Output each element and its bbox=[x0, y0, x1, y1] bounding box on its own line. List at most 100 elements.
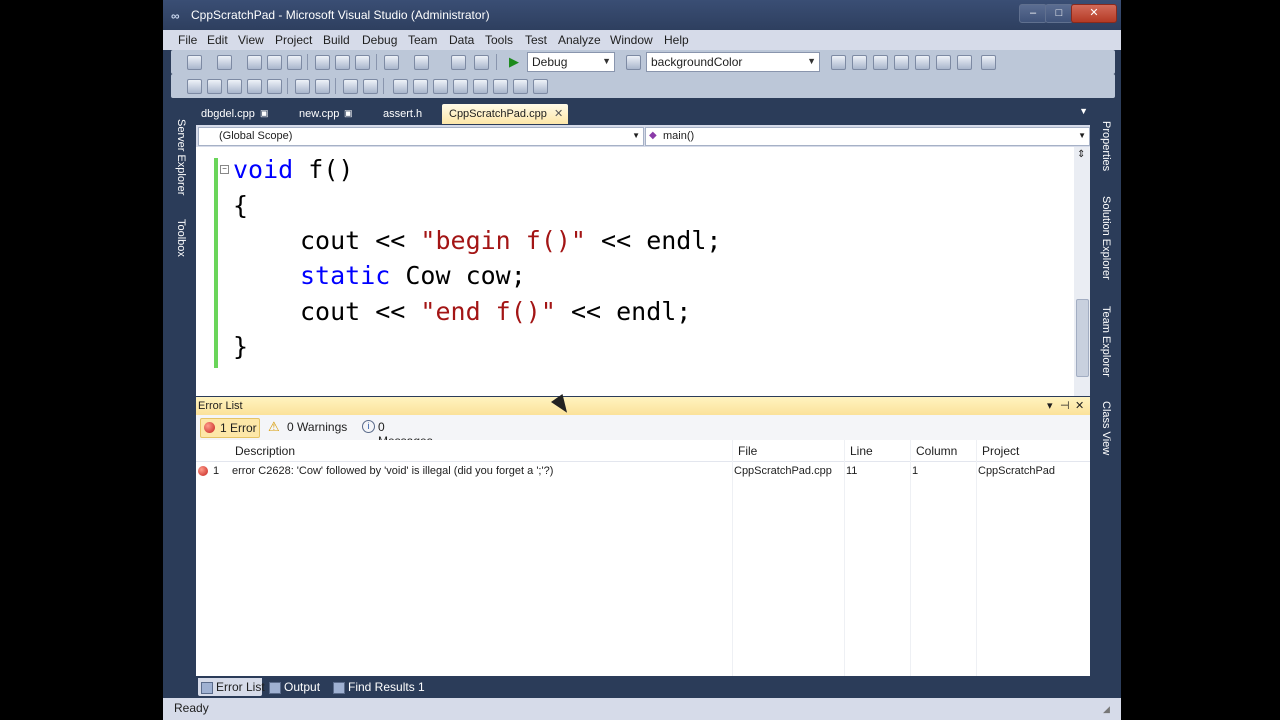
paste-icon[interactable] bbox=[355, 55, 370, 70]
find-icon[interactable] bbox=[831, 55, 846, 70]
window-position-dropdown-icon[interactable]: ▾ bbox=[1047, 399, 1053, 412]
column-column[interactable]: Column bbox=[916, 444, 957, 458]
pin-icon[interactable]: ▣ bbox=[260, 108, 269, 119]
column-divider bbox=[910, 440, 911, 676]
previous-bookmark-folder-icon[interactable] bbox=[453, 79, 468, 94]
save-all-icon[interactable] bbox=[287, 55, 302, 70]
error-list-icon bbox=[201, 682, 213, 694]
redo-icon[interactable] bbox=[414, 55, 429, 70]
undo-icon[interactable] bbox=[384, 55, 399, 70]
output-icon bbox=[269, 682, 281, 694]
menu-tools[interactable]: Tools bbox=[485, 33, 513, 47]
tab-output[interactable]: Output bbox=[266, 678, 326, 696]
navigate-backward-icon[interactable] bbox=[451, 55, 466, 70]
code-editor[interactable]: − void f() { cout << "begin f()" << endl… bbox=[196, 147, 1090, 396]
menu-test[interactable]: Test bbox=[525, 33, 547, 47]
object-browser-icon[interactable] bbox=[894, 55, 909, 70]
solution-explorer-icon[interactable] bbox=[852, 55, 867, 70]
copy-icon[interactable] bbox=[335, 55, 350, 70]
toggle-bookmark-icon[interactable] bbox=[393, 79, 408, 94]
tab-cppscratchpad-cpp[interactable]: CppScratchPad.cpp ✕ bbox=[442, 104, 568, 124]
previous-bookmark-icon[interactable] bbox=[413, 79, 428, 94]
find-combo[interactable]: backgroundColor ▼ bbox=[646, 52, 820, 72]
increase-indent-icon[interactable] bbox=[315, 79, 330, 94]
menu-build[interactable]: Build bbox=[323, 33, 350, 47]
maximize-button[interactable]: □ bbox=[1045, 4, 1073, 23]
display-object-member-list-icon[interactable] bbox=[187, 79, 202, 94]
toolbar-options-icon[interactable] bbox=[533, 79, 548, 94]
comment-icon[interactable] bbox=[343, 79, 358, 94]
menu-window[interactable]: Window bbox=[610, 33, 653, 47]
tab-assert-h[interactable]: assert.h bbox=[376, 104, 436, 124]
parameter-info-icon[interactable] bbox=[207, 79, 222, 94]
decrease-indent-icon[interactable] bbox=[295, 79, 310, 94]
menu-project[interactable]: Project bbox=[275, 33, 312, 47]
menu-analyze[interactable]: Analyze bbox=[558, 33, 601, 47]
close-button[interactable]: ✕ bbox=[1071, 4, 1117, 23]
toolbox-icon[interactable] bbox=[915, 55, 930, 70]
tab-find-results[interactable]: Find Results 1 bbox=[330, 678, 425, 696]
menu-edit[interactable]: Edit bbox=[207, 33, 228, 47]
tool-window-tabs: Error List Output Find Results 1 bbox=[194, 676, 1096, 698]
properties-tab[interactable]: Properties bbox=[1100, 121, 1112, 171]
quick-info-icon[interactable] bbox=[227, 79, 242, 94]
solution-explorer-tab[interactable]: Solution Explorer bbox=[1100, 196, 1112, 280]
next-bookmark-folder-icon[interactable] bbox=[473, 79, 488, 94]
find-in-files-icon[interactable] bbox=[626, 55, 641, 70]
menu-view[interactable]: View bbox=[238, 33, 264, 47]
warnings-filter-button[interactable]: ⚠ 0 Warnings bbox=[266, 418, 350, 436]
start-debugging-icon[interactable]: ▶ bbox=[509, 54, 519, 70]
menu-data[interactable]: Data bbox=[449, 33, 474, 47]
cut-icon[interactable] bbox=[315, 55, 330, 70]
menu-file[interactable]: File bbox=[178, 33, 197, 47]
navigate-forward-icon[interactable] bbox=[474, 55, 489, 70]
column-description[interactable]: Description bbox=[235, 444, 295, 458]
team-explorer-tab[interactable]: Team Explorer bbox=[1100, 306, 1112, 377]
extension-manager-icon[interactable] bbox=[957, 55, 972, 70]
menu-bar: File Edit View Project Build Debug Team … bbox=[163, 30, 1121, 50]
menu-debug[interactable]: Debug bbox=[362, 33, 397, 47]
active-files-dropdown-icon[interactable]: ▼ bbox=[1079, 106, 1088, 116]
tab-error-list[interactable]: Error List bbox=[198, 678, 265, 696]
menu-help[interactable]: Help bbox=[664, 33, 689, 47]
properties-icon[interactable] bbox=[873, 55, 888, 70]
document-tab-strip: dbgdel.cpp ▣ new.cpp ▣ assert.h CppScrat… bbox=[194, 101, 1096, 125]
member-combo[interactable]: ◆ main() ▼ bbox=[645, 127, 1090, 146]
toolbar-options-icon[interactable] bbox=[513, 79, 528, 94]
class-view-tab[interactable]: Class View bbox=[1100, 401, 1112, 455]
scope-combo[interactable]: (Global Scope) ▼ bbox=[198, 127, 644, 146]
tab-new-cpp[interactable]: new.cpp ▣ bbox=[292, 104, 360, 124]
pin-icon[interactable]: ▣ bbox=[344, 108, 353, 119]
split-handle-icon[interactable]: ⇕ bbox=[1077, 149, 1085, 160]
toolbox-tab[interactable]: Toolbox bbox=[175, 219, 187, 257]
new-project-icon[interactable] bbox=[187, 55, 202, 70]
word-wrap-icon[interactable] bbox=[267, 79, 282, 94]
tab-dbgdel-cpp[interactable]: dbgdel.cpp ▣ bbox=[194, 104, 274, 124]
column-divider bbox=[844, 440, 845, 676]
close-tab-icon[interactable]: ✕ bbox=[554, 107, 563, 120]
solution-config-combo[interactable]: Debug ▼ bbox=[527, 52, 615, 72]
close-icon[interactable]: ✕ bbox=[1075, 399, 1084, 412]
column-file[interactable]: File bbox=[738, 444, 757, 458]
next-bookmark-icon[interactable] bbox=[433, 79, 448, 94]
complete-word-icon[interactable] bbox=[247, 79, 262, 94]
clear-bookmarks-icon[interactable] bbox=[493, 79, 508, 94]
server-explorer-tab[interactable]: Server Explorer bbox=[175, 119, 187, 195]
scrollbar-thumb[interactable] bbox=[1076, 299, 1089, 377]
add-item-icon[interactable] bbox=[217, 55, 232, 70]
errors-filter-button[interactable]: 1 Error bbox=[200, 418, 260, 438]
resize-grip-icon[interactable]: ◢ bbox=[1103, 704, 1110, 715]
auto-hide-pin-icon[interactable]: ⊣ bbox=[1060, 399, 1070, 412]
other-windows-icon[interactable] bbox=[981, 55, 996, 70]
uncomment-icon[interactable] bbox=[363, 79, 378, 94]
outline-collapse-icon[interactable]: − bbox=[220, 165, 229, 174]
messages-filter-button[interactable]: i 0 Messages bbox=[360, 418, 442, 448]
save-icon[interactable] bbox=[267, 55, 282, 70]
column-project[interactable]: Project bbox=[982, 444, 1019, 458]
column-line[interactable]: Line bbox=[850, 444, 873, 458]
start-page-icon[interactable] bbox=[936, 55, 951, 70]
editor-vertical-scrollbar[interactable]: ⇕ bbox=[1074, 147, 1090, 396]
open-file-icon[interactable] bbox=[247, 55, 262, 70]
menu-team[interactable]: Team bbox=[408, 33, 437, 47]
minimize-button[interactable]: – bbox=[1019, 4, 1047, 23]
